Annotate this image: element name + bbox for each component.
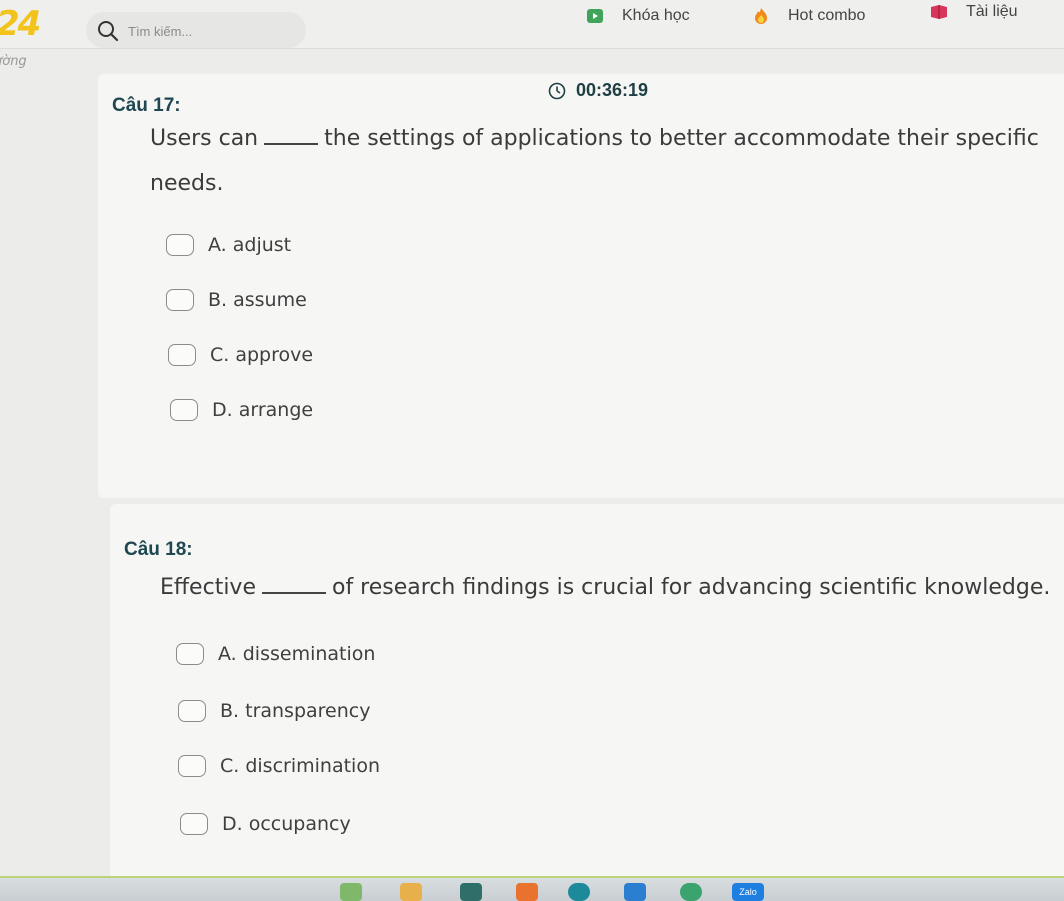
radio-button[interactable] <box>168 344 196 366</box>
nav-label: Hot combo <box>788 7 866 24</box>
option-c[interactable]: C. discrimination <box>178 755 380 777</box>
store-icon[interactable] <box>460 883 482 901</box>
radio-button[interactable] <box>180 813 208 835</box>
app-icon[interactable] <box>340 883 362 901</box>
nav-hot-combo[interactable]: Hot combo <box>752 4 865 28</box>
question-text: Users can the settings of applications to… <box>150 116 1050 206</box>
sub-navbar: ường <box>0 50 1064 76</box>
nav-tai-lieu[interactable]: Tài liệu <box>930 0 1018 24</box>
question-title: Câu 17: <box>112 95 181 116</box>
radio-button[interactable] <box>176 643 204 665</box>
search-input[interactable] <box>126 20 300 42</box>
radio-button[interactable] <box>166 234 194 256</box>
clock-icon <box>548 82 566 99</box>
answer-blank <box>264 123 319 145</box>
nav-label: Tài liệu <box>966 3 1018 20</box>
site-logo[interactable]: 24 <box>0 4 41 44</box>
option-label: C. discrimination <box>220 755 380 777</box>
option-label: C. approve <box>210 344 314 366</box>
option-a[interactable]: A. adjust <box>166 234 291 256</box>
question-text: Effective of research findings is crucial… <box>160 565 1060 610</box>
option-b[interactable]: B. transparency <box>178 700 370 722</box>
option-c[interactable]: C. approve <box>168 344 313 366</box>
question-text-after: the settings of applications to better a… <box>324 126 1039 151</box>
option-d[interactable]: D. arrange <box>170 399 313 421</box>
radio-button[interactable] <box>178 700 206 722</box>
answer-blank <box>261 572 326 594</box>
folder-icon[interactable] <box>400 883 422 901</box>
top-navbar: 24 Khóa học Hot combo Tài liệu <box>0 0 1064 49</box>
option-d[interactable]: D. occupancy <box>180 813 351 835</box>
question-title: Câu 18: <box>124 539 193 560</box>
app-icon[interactable] <box>516 883 538 901</box>
option-a[interactable]: A. dissemination <box>176 643 375 665</box>
option-label: A. adjust <box>208 234 292 256</box>
radio-button[interactable] <box>178 755 206 777</box>
option-label: D. occupancy <box>222 813 351 835</box>
radio-button[interactable] <box>170 399 198 421</box>
book-icon <box>931 5 947 19</box>
play-icon <box>587 9 603 23</box>
zalo-icon[interactable]: Zalo <box>732 883 764 901</box>
question-text-after: of research findings is crucial for adva… <box>331 575 1051 600</box>
option-label: B. transparency <box>220 700 371 722</box>
taskbar: Zalo <box>0 876 1064 901</box>
option-label: B. assume <box>208 289 307 311</box>
option-label: D. arrange <box>212 399 314 421</box>
fire-icon <box>755 8 767 24</box>
search-icon <box>98 21 119 42</box>
question-text-line2: needs. <box>150 171 224 196</box>
browser-icon[interactable] <box>568 883 590 901</box>
radio-button[interactable] <box>166 289 194 311</box>
timer-value: 00:36:19 <box>576 80 649 100</box>
search-box[interactable] <box>86 12 306 48</box>
subbar-text[interactable]: ường <box>0 54 27 69</box>
timer: 00:36:19 <box>548 80 648 101</box>
option-label: A. dissemination <box>218 643 376 665</box>
nav-label: Khóa học <box>622 7 690 24</box>
option-b[interactable]: B. assume <box>166 289 307 311</box>
chrome-icon[interactable] <box>680 883 702 901</box>
app-icon[interactable] <box>624 883 646 901</box>
question-text-before: Users can <box>150 126 259 151</box>
nav-khoa-hoc[interactable]: Khóa học <box>586 4 690 28</box>
question-text-before: Effective <box>160 575 256 600</box>
